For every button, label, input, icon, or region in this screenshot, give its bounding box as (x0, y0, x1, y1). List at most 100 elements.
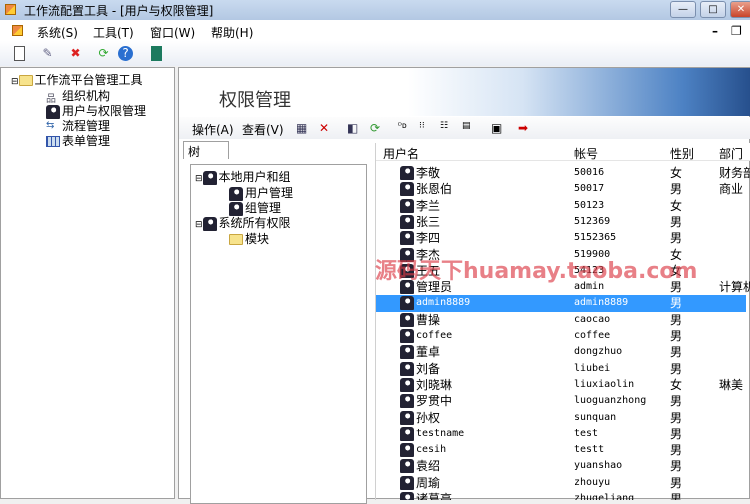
tree-node-all-permissions[interactable]: ⊟ 系统所有权限 (195, 214, 291, 231)
table-row[interactable]: 孙权 sunquan 男 (376, 410, 746, 426)
cell-gender: 男 (670, 345, 683, 360)
delete-icon[interactable]: ✕ (319, 121, 329, 135)
banner: 权限管理 (179, 68, 750, 116)
table-row[interactable]: 李四 5152365 男 (376, 230, 746, 246)
user-icon (400, 231, 414, 246)
column-account[interactable]: 帐号 (574, 145, 598, 162)
app-icon (5, 4, 16, 15)
cell-username: 董卓 (416, 345, 441, 360)
menu-view[interactable]: 查看(V) (242, 121, 284, 138)
cell-account: 5152365 (574, 232, 617, 244)
table-row[interactable]: 张三 512369 男 (376, 214, 746, 230)
cell-account: testt (574, 444, 605, 456)
table-row[interactable]: 刘晓琳 liuxiaolin 女 琳美 (376, 377, 746, 393)
user-icon (400, 410, 414, 425)
cell-gender: 男 (670, 214, 683, 229)
large-icons-icon[interactable]: ᴰᴅ (398, 121, 407, 130)
tab-tree[interactable]: 树 (183, 141, 229, 159)
maximize-button[interactable]: □ (700, 1, 726, 18)
tree-root[interactable]: ⊟ 工作流平台管理工具 (11, 71, 143, 88)
column-department[interactable]: 部门 (719, 145, 743, 162)
tree-node-modules[interactable]: 模块 (229, 230, 269, 247)
user-icon (400, 182, 414, 197)
user-icon (400, 459, 414, 474)
column-gender[interactable]: 性别 (670, 145, 694, 162)
cell-account: zhouyu (574, 476, 611, 488)
cell-department: 商业 (719, 182, 744, 197)
table-row[interactable]: 罗贯中 luoguanzhong 男 (376, 393, 746, 409)
cell-account: 50123 (574, 199, 605, 211)
table-row[interactable]: testname test 男 (376, 426, 746, 442)
edit-icon[interactable]: ✎ (40, 46, 55, 61)
user-icon (400, 475, 414, 490)
table-row[interactable]: 袁绍 yuanshao 男 (376, 458, 746, 474)
exit-icon[interactable]: ➡ (518, 121, 528, 135)
list-header: 用户名 帐号 性别 部门 (376, 143, 750, 161)
mdi-app-icon[interactable] (12, 25, 23, 36)
properties-icon[interactable]: ◧ (347, 121, 358, 135)
cell-gender: 女 (670, 166, 683, 180)
cell-account: liuxiaolin (574, 378, 635, 390)
table-row[interactable]: 刘备 liubei 男 (376, 361, 746, 377)
cell-username: 李四 (416, 231, 441, 246)
tree-node-local-users-groups[interactable]: ⊟ 本地用户和组 (195, 168, 291, 185)
cell-department: 财务部 (719, 166, 750, 180)
table-row[interactable]: 李兰 50123 女 (376, 198, 746, 214)
watermark: 源码天下huamay.taoba.com (375, 259, 698, 284)
cell-username: 周瑜 (416, 475, 441, 490)
add-icon[interactable]: ▦ (296, 121, 307, 135)
delete-connection-icon[interactable]: ✖ (68, 46, 83, 61)
details-view-icon[interactable]: ▤ (462, 121, 471, 131)
help-icon[interactable]: ? (118, 46, 133, 61)
export-list-icon[interactable]: ▣ (491, 121, 502, 135)
cell-department: 计算机 (719, 280, 750, 295)
menu-bar: 系统(S) 工具(T) 窗口(W) 帮助(H) – ❐ (0, 20, 750, 41)
table-icon (46, 136, 60, 147)
cell-gender: 男 (670, 459, 683, 474)
new-file-icon[interactable] (14, 46, 25, 61)
menu-tools[interactable]: 工具(T) (93, 24, 134, 41)
table-row[interactable]: 周瑜 zhouyu 男 (376, 475, 746, 491)
cell-gender: 男 (670, 231, 683, 246)
tree-item-forms[interactable]: 表单管理 (46, 132, 110, 149)
cell-account: test (574, 427, 599, 439)
page-title: 权限管理 (219, 90, 291, 111)
menu-help[interactable]: 帮助(H) (211, 24, 253, 41)
refresh-icon[interactable]: ⟳ (96, 46, 111, 61)
user-icon (400, 426, 414, 441)
user-icon (400, 443, 414, 458)
navigation-tree: ⊟ 工作流平台管理工具 品组织机构 用户与权限管理 ⇆ 流程管理 表单管理 (0, 67, 175, 499)
list-view-icon[interactable]: ☷ (440, 121, 448, 131)
mdi-restore-button[interactable]: ❐ (731, 24, 742, 38)
cell-account: 512369 (574, 215, 611, 227)
cell-gender: 男 (670, 312, 683, 327)
table-row[interactable]: 董卓 dongzhuo 男 (376, 344, 746, 360)
menu-action[interactable]: 操作(A) (192, 121, 234, 138)
cell-gender: 男 (670, 410, 683, 425)
user-icon (400, 166, 414, 180)
cell-gender: 男 (670, 182, 683, 197)
cell-account: dongzhuo (574, 346, 623, 358)
cell-account: luoguanzhong (574, 395, 647, 407)
table-row[interactable]: coffee coffee 男 (376, 328, 746, 344)
table-row[interactable]: 张恩伯 50017 男 商业 (376, 181, 746, 197)
minimize-button[interactable]: — (670, 1, 696, 18)
user-icon (400, 214, 414, 229)
menu-system[interactable]: 系统(S) (37, 24, 78, 41)
table-row[interactable]: cesih testt 男 (376, 442, 746, 458)
cell-gender: 男 (670, 329, 683, 343)
exit-icon[interactable] (151, 46, 162, 61)
table-row[interactable]: 李敬 50016 女 财务部 (376, 165, 750, 181)
table-row[interactable]: 曹操 caocao 男 (376, 312, 746, 328)
mdi-minimize-button[interactable]: – (712, 24, 718, 38)
close-button[interactable]: ✕ (730, 1, 750, 18)
menu-window[interactable]: 窗口(W) (150, 24, 195, 41)
table-row[interactable]: admin8889 admin8889 男 (376, 295, 746, 312)
window-title: 工作流配置工具 - [用户与权限管理] (24, 4, 214, 18)
cell-account: caocao (574, 313, 611, 325)
cell-username: 刘备 (416, 361, 441, 376)
user-list: 用户名 帐号 性别 部门 李敬 50016 女 财务部 张恩伯 50017 男 … (375, 143, 750, 500)
refresh-icon[interactable]: ⟳ (370, 121, 380, 135)
column-username[interactable]: 用户名 (383, 145, 419, 162)
small-icons-icon[interactable]: ⁝⁝ (419, 121, 425, 131)
